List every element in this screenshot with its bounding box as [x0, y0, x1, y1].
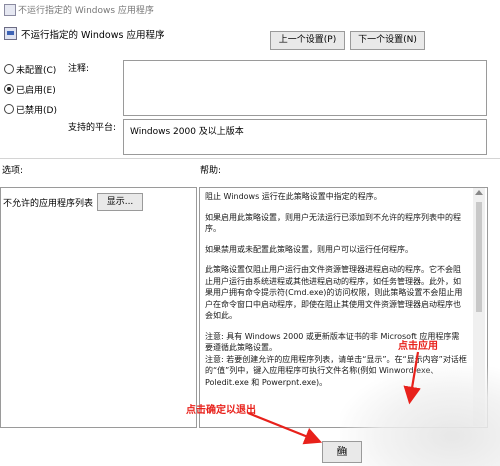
apply-arrow-icon	[403, 351, 421, 405]
ok-button[interactable]: 确	[322, 441, 362, 463]
confirm-arrow-icon	[247, 411, 323, 445]
annotation-arrows	[247, 351, 421, 445]
ok-label: 确	[337, 447, 347, 457]
